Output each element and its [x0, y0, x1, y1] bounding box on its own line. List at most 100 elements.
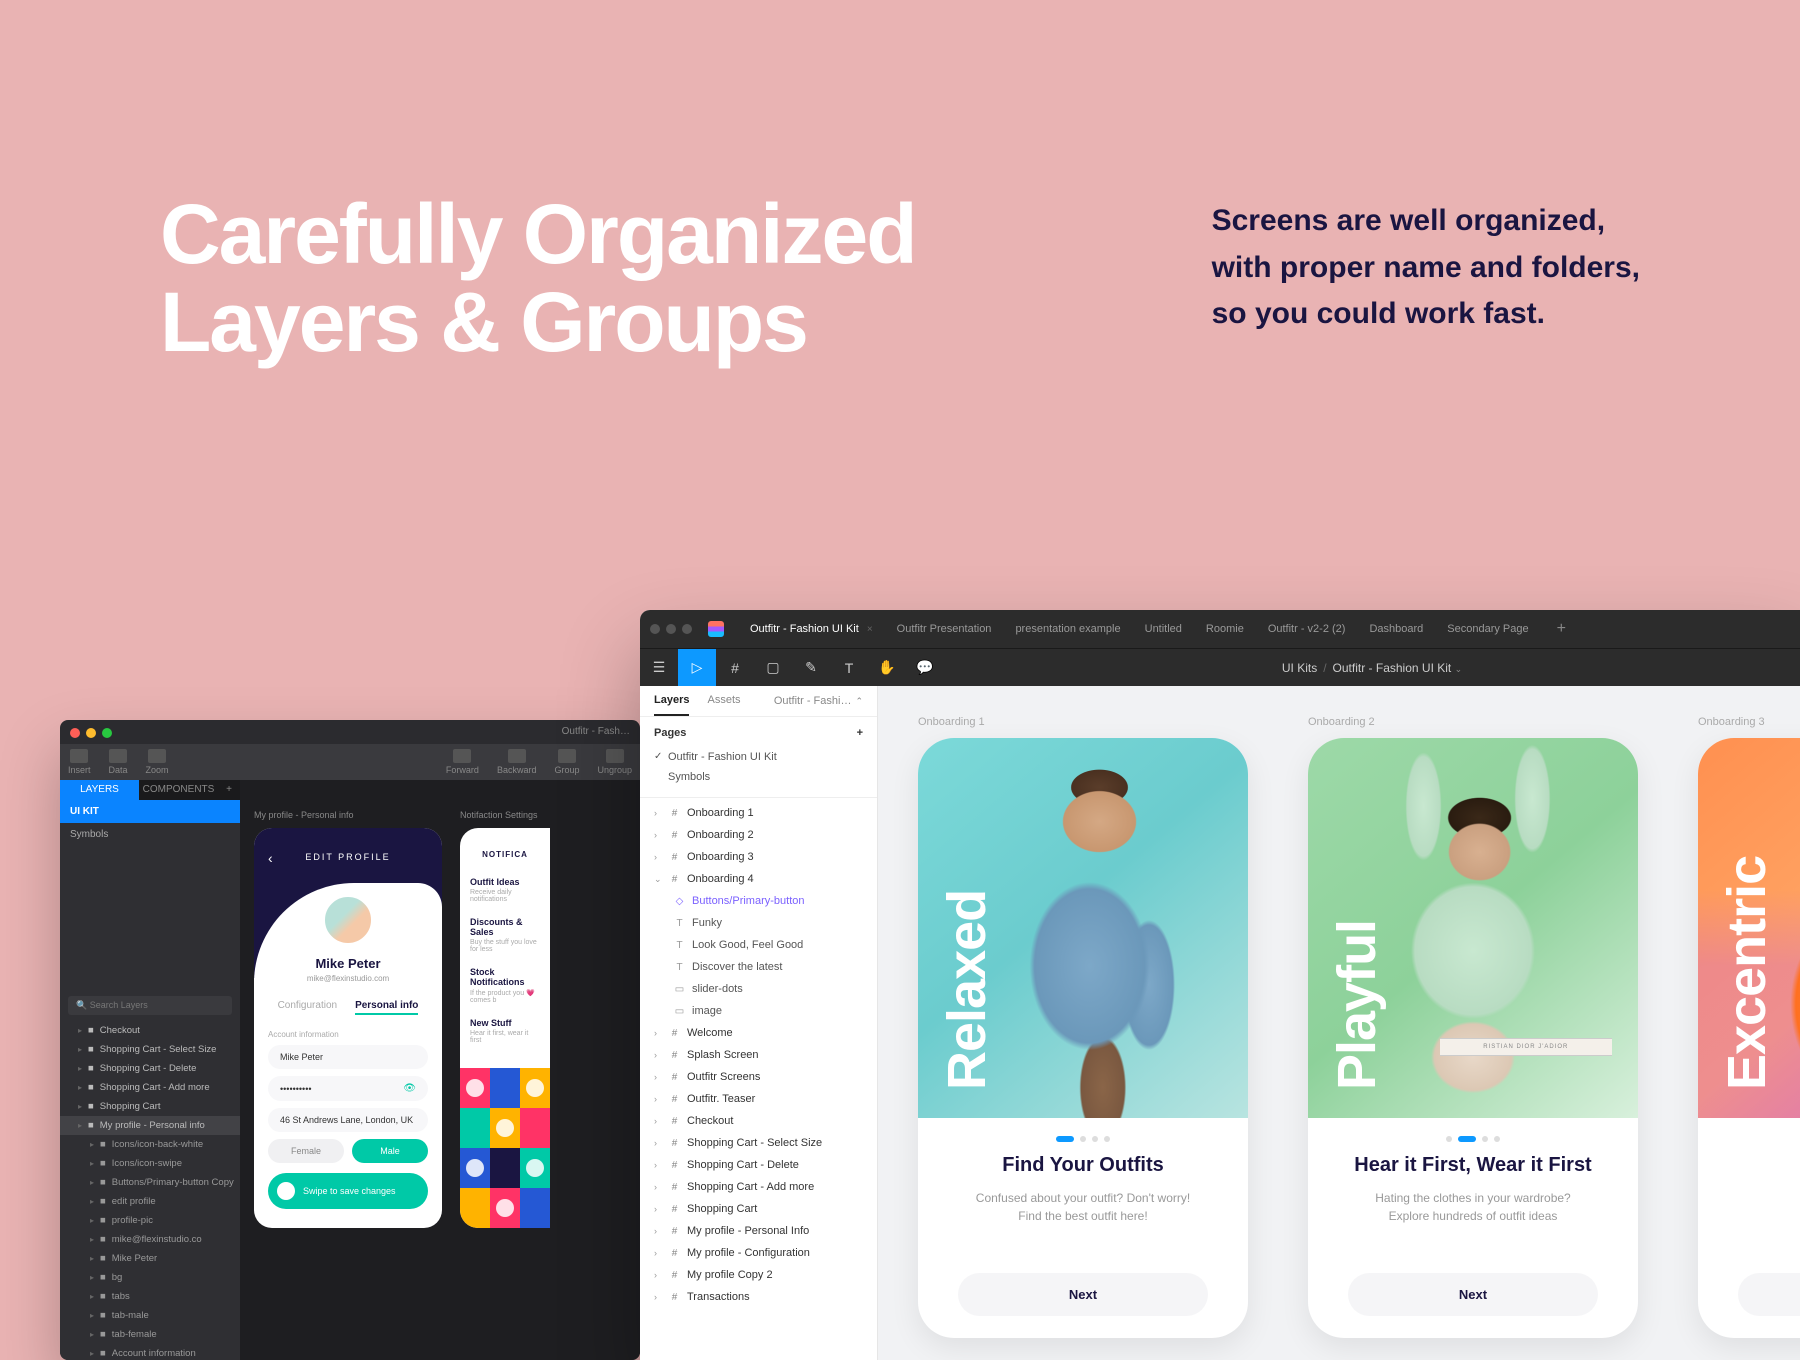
layer-item[interactable]: ›#Onboarding 1 [640, 802, 877, 824]
swipe-save-button[interactable]: Swipe to save changes [268, 1173, 428, 1209]
layer-item[interactable]: ›#Shopping Cart - Add more [640, 1176, 877, 1198]
tab-components[interactable]: COMPONENTS [139, 780, 218, 800]
layer-item[interactable]: ▸■mike@flexinstudio.co [60, 1230, 240, 1249]
layer-item[interactable]: ›#My profile Copy 2 [640, 1264, 877, 1286]
tool-data[interactable]: Data [109, 749, 128, 775]
slider-dots[interactable] [1698, 1118, 1800, 1150]
address-field[interactable]: 46 St Andrews Lane, London, UK [268, 1108, 428, 1132]
layer-item[interactable]: ›#Shopping Cart [640, 1198, 877, 1220]
layer-item[interactable]: TFunky [640, 912, 877, 934]
next-button[interactable]: Ne [1738, 1273, 1800, 1316]
password-field[interactable]: ••••••••••👁 [268, 1076, 428, 1101]
page-item[interactable]: Symbols [654, 767, 863, 787]
file-tab[interactable]: Untitled [1133, 610, 1194, 648]
layer-item[interactable]: ▸■profile-pic [60, 1211, 240, 1230]
new-tab-button[interactable]: + [1547, 620, 1576, 638]
layer-item[interactable]: ›#My profile - Personal Info [640, 1220, 877, 1242]
layer-item[interactable]: ›#Onboarding 3 [640, 846, 877, 868]
file-tab[interactable]: Secondary Page [1435, 610, 1540, 648]
layer-item[interactable]: ▸■My profile - Personal info [60, 1116, 240, 1135]
page-selector[interactable]: Outfitr - Fashi…⌃ [774, 694, 863, 716]
tool-group[interactable]: Group [554, 749, 579, 775]
layer-item[interactable]: ▸■Buttons/Primary-button Copy [60, 1173, 240, 1192]
layer-item[interactable]: ›#Shopping Cart - Delete [640, 1154, 877, 1176]
file-tab[interactable]: presentation example [1003, 610, 1132, 648]
crumb-file[interactable]: Outfitr - Fashion UI Kit [1333, 661, 1452, 675]
layer-item[interactable]: ›#Splash Screen [640, 1044, 877, 1066]
figma-logo-icon[interactable] [708, 621, 724, 637]
file-tab[interactable]: Outfitr - v2-2 (2) [1256, 610, 1358, 648]
layer-item[interactable]: ›#Shopping Cart - Select Size [640, 1132, 877, 1154]
file-tab[interactable]: Outfitr Presentation [885, 610, 1004, 648]
layer-item[interactable]: ▸■tab-female [60, 1325, 240, 1344]
menu-button[interactable]: ☰ [640, 649, 678, 687]
figma-canvas[interactable]: Onboarding 1RelaxedFind Your OutfitsConf… [878, 686, 1800, 1360]
layer-item[interactable]: TDiscover the latest [640, 956, 877, 978]
layer-item[interactable]: ▭image [640, 1000, 877, 1022]
layer-item[interactable]: ▸■edit profile [60, 1192, 240, 1211]
page-symbols[interactable]: Symbols [60, 823, 240, 846]
layer-item[interactable]: ›#Checkout [640, 1110, 877, 1132]
layer-item[interactable]: ›#My profile - Configuration [640, 1242, 877, 1264]
crumb-folder[interactable]: UI Kits [1282, 661, 1317, 675]
tab-personal-info[interactable]: Personal info [355, 1000, 418, 1015]
layer-item[interactable]: ▸■Shopping Cart [60, 1097, 240, 1116]
layer-item[interactable]: ▸■tabs [60, 1287, 240, 1306]
file-tab[interactable]: Outfitr - Fashion UI Kit× [738, 610, 885, 648]
tab-layers[interactable]: LAYERS [60, 780, 139, 800]
next-button[interactable]: Next [1348, 1273, 1598, 1316]
layer-item[interactable]: ◇Buttons/Primary-button [640, 890, 877, 912]
layer-item[interactable]: TLook Good, Feel Good [640, 934, 877, 956]
shape-tool[interactable]: ▢ [754, 649, 792, 687]
comment-tool[interactable]: 💬 [906, 649, 944, 687]
layer-item[interactable]: ›#Transactions [640, 1286, 877, 1308]
layer-item[interactable]: ▸■Checkout [60, 1021, 240, 1040]
layer-item[interactable]: ▸■Icons/icon-back-white [60, 1135, 240, 1154]
artboard-notifications[interactable]: Notifaction Settings NOTIFICA Outfit Ide… [460, 810, 550, 1330]
gender-female-button[interactable]: Female [268, 1139, 344, 1163]
move-tool[interactable]: ▷ [678, 649, 716, 687]
sketch-canvas[interactable]: My profile - Personal info ‹ EDIT PROFIL… [240, 780, 640, 1360]
layer-item[interactable]: ⌄#Onboarding 4 [640, 868, 877, 890]
tab-configuration[interactable]: Configuration [278, 1000, 337, 1015]
tool-ungroup[interactable]: Ungroup [597, 749, 632, 775]
tab-assets[interactable]: Assets [707, 694, 740, 716]
tab-layers[interactable]: Layers [654, 694, 689, 716]
tool-forward[interactable]: Forward [446, 749, 479, 775]
next-button[interactable]: Next [958, 1273, 1208, 1316]
layer-item[interactable]: ▸■tab-male [60, 1306, 240, 1325]
frame-tool[interactable]: # [716, 649, 754, 687]
avatar[interactable] [322, 894, 374, 946]
artboard-onboarding[interactable]: Onboarding 1RelaxedFind Your OutfitsConf… [918, 716, 1248, 1330]
layer-item[interactable]: ▸■Account information [60, 1344, 240, 1360]
layer-item[interactable]: ›#Outfitr. Teaser [640, 1088, 877, 1110]
eye-icon[interactable]: 👁 [403, 1083, 416, 1094]
tool-backward[interactable]: Backward [497, 749, 537, 775]
pen-tool[interactable]: ✎ [792, 649, 830, 687]
layer-item[interactable]: ›#Onboarding 2 [640, 824, 877, 846]
hand-tool[interactable]: ✋ [868, 649, 906, 687]
tool-insert[interactable]: Insert [68, 749, 91, 775]
layer-item[interactable]: ▸■bg [60, 1268, 240, 1287]
layer-item[interactable]: ▭slider-dots [640, 978, 877, 1000]
layer-item[interactable]: ▸■Shopping Cart - Select Size [60, 1040, 240, 1059]
file-tab[interactable]: Dashboard [1357, 610, 1435, 648]
artboard-onboarding[interactable]: Onboarding 3ExcentricYour Style,Create y… [1698, 716, 1800, 1330]
add-page-button[interactable]: + [857, 727, 863, 739]
breadcrumb[interactable]: UI Kits/Outfitr - Fashion UI Kit ⌄ [944, 661, 1800, 675]
text-tool[interactable]: T [830, 649, 868, 687]
slider-dots[interactable] [918, 1118, 1248, 1150]
tool-zoom[interactable]: Zoom [146, 749, 169, 775]
search-layers-input[interactable]: 🔍 Search Layers [68, 996, 232, 1015]
file-tab[interactable]: Roomie [1194, 610, 1256, 648]
layer-item[interactable]: ›#Outfitr Screens [640, 1066, 877, 1088]
slider-dots[interactable] [1308, 1118, 1638, 1150]
name-field[interactable]: Mike Peter [268, 1045, 428, 1069]
page-item[interactable]: Outfitr - Fashion UI Kit [654, 747, 863, 767]
layer-item[interactable]: ▸■Mike Peter [60, 1249, 240, 1268]
layer-item[interactable]: ›#Welcome [640, 1022, 877, 1044]
layer-item[interactable]: ▸■Shopping Cart - Add more [60, 1078, 240, 1097]
gender-male-button[interactable]: Male [352, 1139, 428, 1163]
window-controls[interactable] [650, 624, 692, 634]
artboard-onboarding[interactable]: Onboarding 2RISTIAN DIOR J'ADIORPlayfulH… [1308, 716, 1638, 1330]
